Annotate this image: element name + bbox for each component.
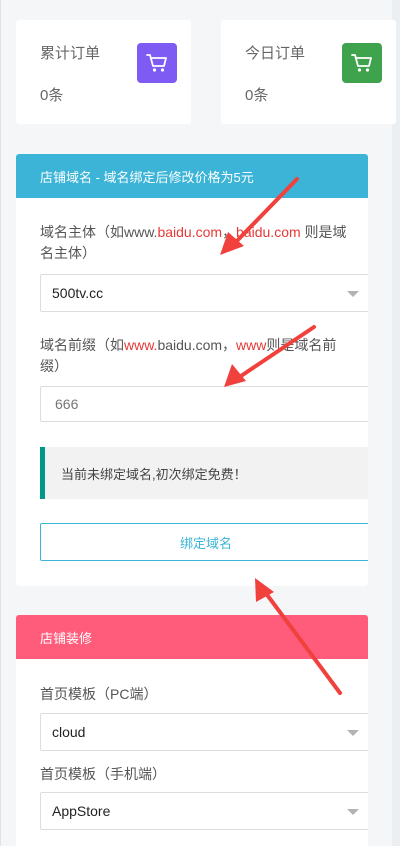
- left-border: [0, 0, 1, 846]
- chevron-down-icon: [347, 730, 359, 736]
- mobile-template-select[interactable]: AppStore: [40, 792, 368, 830]
- stat-title: 累计订单: [40, 45, 101, 62]
- stat-value: 0条: [40, 87, 64, 104]
- stat-value: 0条: [245, 87, 269, 104]
- domain-notice: 当前未绑定域名,初次绑定免费！: [40, 447, 368, 499]
- cart-icon: [342, 43, 382, 83]
- domain-main-label: 域名主体（如www.baidu.com，baidu.com 则是域名主体）: [40, 224, 347, 261]
- bind-domain-button[interactable]: 绑定域名: [40, 523, 368, 561]
- stat-title: 今日订单: [245, 45, 306, 62]
- panel-header: 店铺装修: [16, 615, 368, 659]
- right-scroll-track: [392, 0, 400, 846]
- domain-prefix-input[interactable]: [40, 386, 368, 422]
- stat-card-total-orders: 累计订单 0条: [16, 20, 191, 124]
- panel-header: 店铺域名 - 域名绑定后修改价格为5元: [16, 154, 368, 198]
- shop-domain-panel: 店铺域名 - 域名绑定后修改价格为5元 域名主体（如www.baidu.com，…: [16, 154, 368, 586]
- shop-decoration-panel: 店铺装修 首页模板（PC端） cloud 首页模板（手机端） AppStore: [16, 615, 368, 846]
- mobile-template-label: 首页模板（手机端）: [40, 766, 166, 782]
- domain-main-select[interactable]: 500tv.cc: [40, 274, 368, 312]
- domain-prefix-label: 域名前缀（如www.baidu.com，www则是域名前缀）: [40, 337, 337, 374]
- chevron-down-icon: [347, 291, 359, 297]
- pc-template-label: 首页模板（PC端）: [40, 686, 158, 702]
- chevron-down-icon: [347, 809, 359, 815]
- pc-template-select[interactable]: cloud: [40, 713, 368, 751]
- stat-card-today-orders: 今日订单 0条: [221, 20, 396, 124]
- cart-icon: [137, 43, 177, 83]
